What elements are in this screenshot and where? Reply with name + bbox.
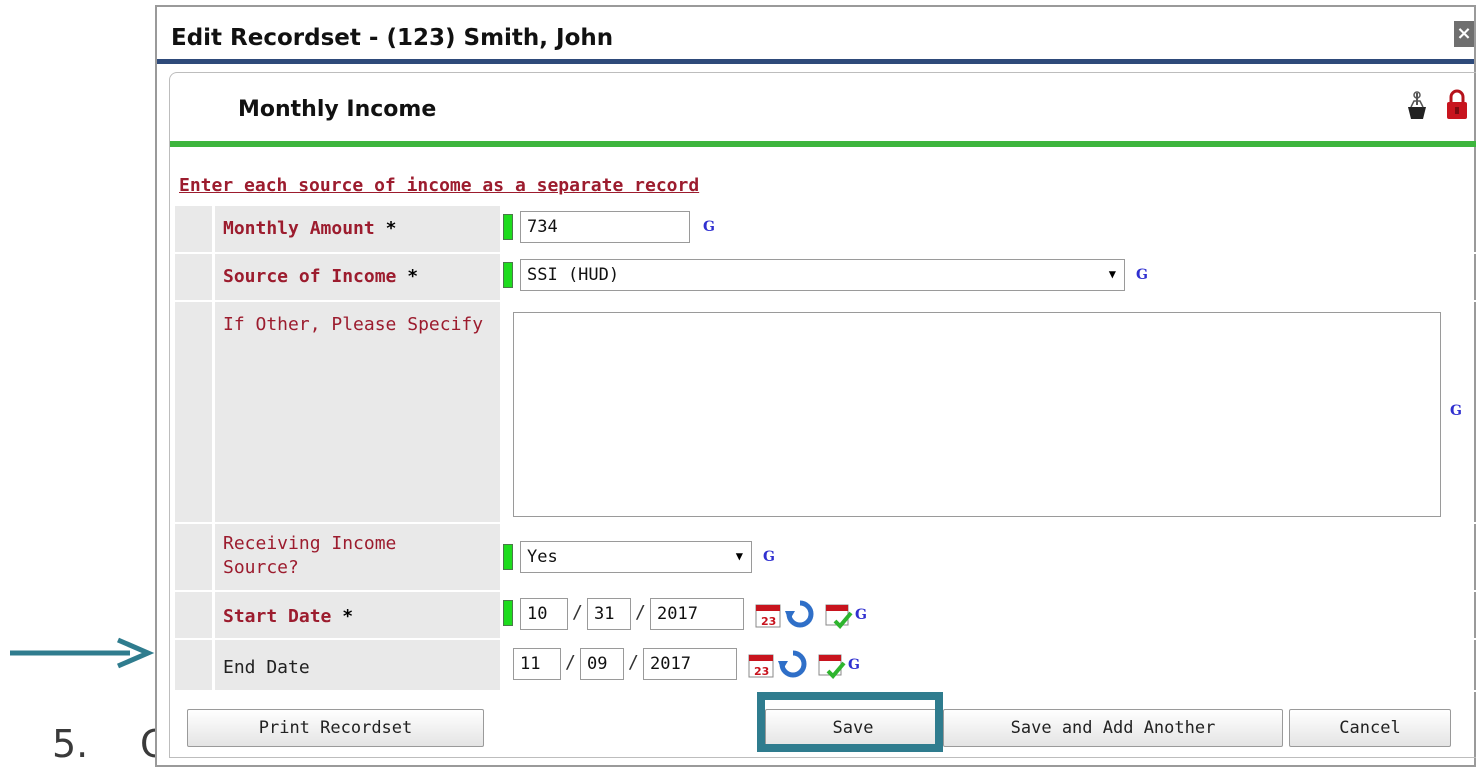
receiving-income-g-link[interactable]: G xyxy=(763,549,775,565)
required-marker: * xyxy=(407,266,419,287)
other-specify-textarea[interactable] xyxy=(513,312,1441,517)
date-separator: / xyxy=(628,652,639,673)
date-separator: / xyxy=(565,652,576,673)
date-separator: / xyxy=(572,602,583,623)
calendar-icon[interactable]: 23 xyxy=(753,599,783,629)
source-of-income-g-link[interactable]: G xyxy=(1136,267,1148,283)
pointer-arrow-icon xyxy=(10,637,155,669)
chevron-down-icon: ▼ xyxy=(1108,267,1116,281)
receiving-income-value: Yes xyxy=(527,547,558,567)
receiving-income-row: Receiving Income Source? Yes ▼ G xyxy=(175,524,1476,592)
required-marker: * xyxy=(385,218,397,239)
panel-header: Monthly Income xyxy=(170,73,1476,147)
end-date-label: End Date xyxy=(223,657,310,678)
calendar-icon[interactable]: 23 xyxy=(746,649,776,679)
step-number: 5. xyxy=(52,722,89,766)
start-date-year-input[interactable]: 2017 xyxy=(650,598,744,630)
label-cell: Source of Income * xyxy=(215,254,500,300)
end-date-month-input[interactable]: 11 xyxy=(513,648,561,680)
svg-text:23: 23 xyxy=(761,615,776,628)
end-date-year-input[interactable]: 2017 xyxy=(643,648,737,680)
cancel-button[interactable]: Cancel xyxy=(1289,709,1451,747)
lock-icon[interactable] xyxy=(1445,89,1469,121)
label-cell: End Date xyxy=(215,640,500,690)
start-date-g-link[interactable]: G xyxy=(855,607,867,623)
end-date-day-input[interactable]: 09 xyxy=(580,648,624,680)
close-icon[interactable]: × xyxy=(1454,21,1474,47)
chevron-down-icon: ▼ xyxy=(735,549,743,563)
required-indicator xyxy=(503,544,513,570)
row-gutter xyxy=(175,592,212,638)
date-separator: / xyxy=(635,602,646,623)
label-cell: Receiving Income Source? xyxy=(215,524,500,590)
label-cell: Monthly Amount * xyxy=(215,206,500,252)
label-cell: If Other, Please Specify xyxy=(215,302,500,522)
start-date-month-input[interactable]: 10 xyxy=(520,598,568,630)
source-of-income-label: Source of Income * xyxy=(223,266,419,287)
calendar-check-icon[interactable] xyxy=(816,649,846,679)
reset-icon[interactable] xyxy=(778,649,808,679)
end-date-g-link[interactable]: G xyxy=(848,657,860,673)
instruction-link[interactable]: Enter each source of income as a separat… xyxy=(179,175,699,196)
monthly-amount-label: Monthly Amount * xyxy=(223,218,397,239)
required-indicator xyxy=(503,600,513,626)
start-date-row: Start Date * 10 / 31 / 2017 23 G xyxy=(175,592,1476,640)
dialog-title: Edit Recordset - (123) Smith, John xyxy=(171,25,614,51)
save-and-add-another-button[interactable]: Save and Add Another xyxy=(943,709,1283,747)
panel-title: Monthly Income xyxy=(238,97,437,122)
row-gutter xyxy=(175,254,212,300)
row-gutter xyxy=(175,206,212,252)
start-date-label: Start Date * xyxy=(223,606,354,627)
row-gutter xyxy=(175,640,212,690)
save-highlight-box xyxy=(757,692,943,752)
source-of-income-value: SSI (HUD) xyxy=(527,265,620,285)
other-specify-row: If Other, Please Specify G xyxy=(175,302,1476,524)
start-date-day-input[interactable]: 31 xyxy=(587,598,631,630)
other-specify-label: If Other, Please Specify xyxy=(223,314,484,335)
calendar-check-icon[interactable] xyxy=(823,599,853,629)
row-gutter xyxy=(175,524,212,590)
monthly-income-panel: Monthly Income Enter each source of inco… xyxy=(169,72,1476,758)
monthly-amount-input[interactable]: 734 xyxy=(520,211,690,243)
required-marker: * xyxy=(342,606,354,627)
required-indicator xyxy=(503,262,513,288)
receiving-income-label: Receiving Income Source? xyxy=(223,533,397,578)
receiving-income-select[interactable]: Yes ▼ xyxy=(520,541,752,573)
print-recordset-button[interactable]: Print Recordset xyxy=(187,709,484,747)
label-cell: Start Date * xyxy=(215,592,500,638)
paperclip-icon[interactable] xyxy=(1405,91,1429,121)
required-indicator xyxy=(503,214,513,240)
other-specify-g-link[interactable]: G xyxy=(1450,403,1462,419)
monthly-amount-g-link[interactable]: G xyxy=(703,219,715,235)
svg-text:23: 23 xyxy=(754,665,769,678)
source-of-income-select[interactable]: SSI (HUD) ▼ xyxy=(520,259,1125,291)
row-gutter xyxy=(175,302,212,522)
monthly-amount-row: Monthly Amount * 734 G xyxy=(175,206,1476,254)
source-of-income-row: Source of Income * SSI (HUD) ▼ G xyxy=(175,254,1476,302)
end-date-row: End Date 11 / 09 / 2017 23 G xyxy=(175,640,1476,692)
edit-recordset-dialog: Edit Recordset - (123) Smith, John × Mon… xyxy=(155,5,1476,767)
reset-icon[interactable] xyxy=(785,599,815,629)
dialog-titlebar: Edit Recordset - (123) Smith, John × xyxy=(157,7,1474,64)
